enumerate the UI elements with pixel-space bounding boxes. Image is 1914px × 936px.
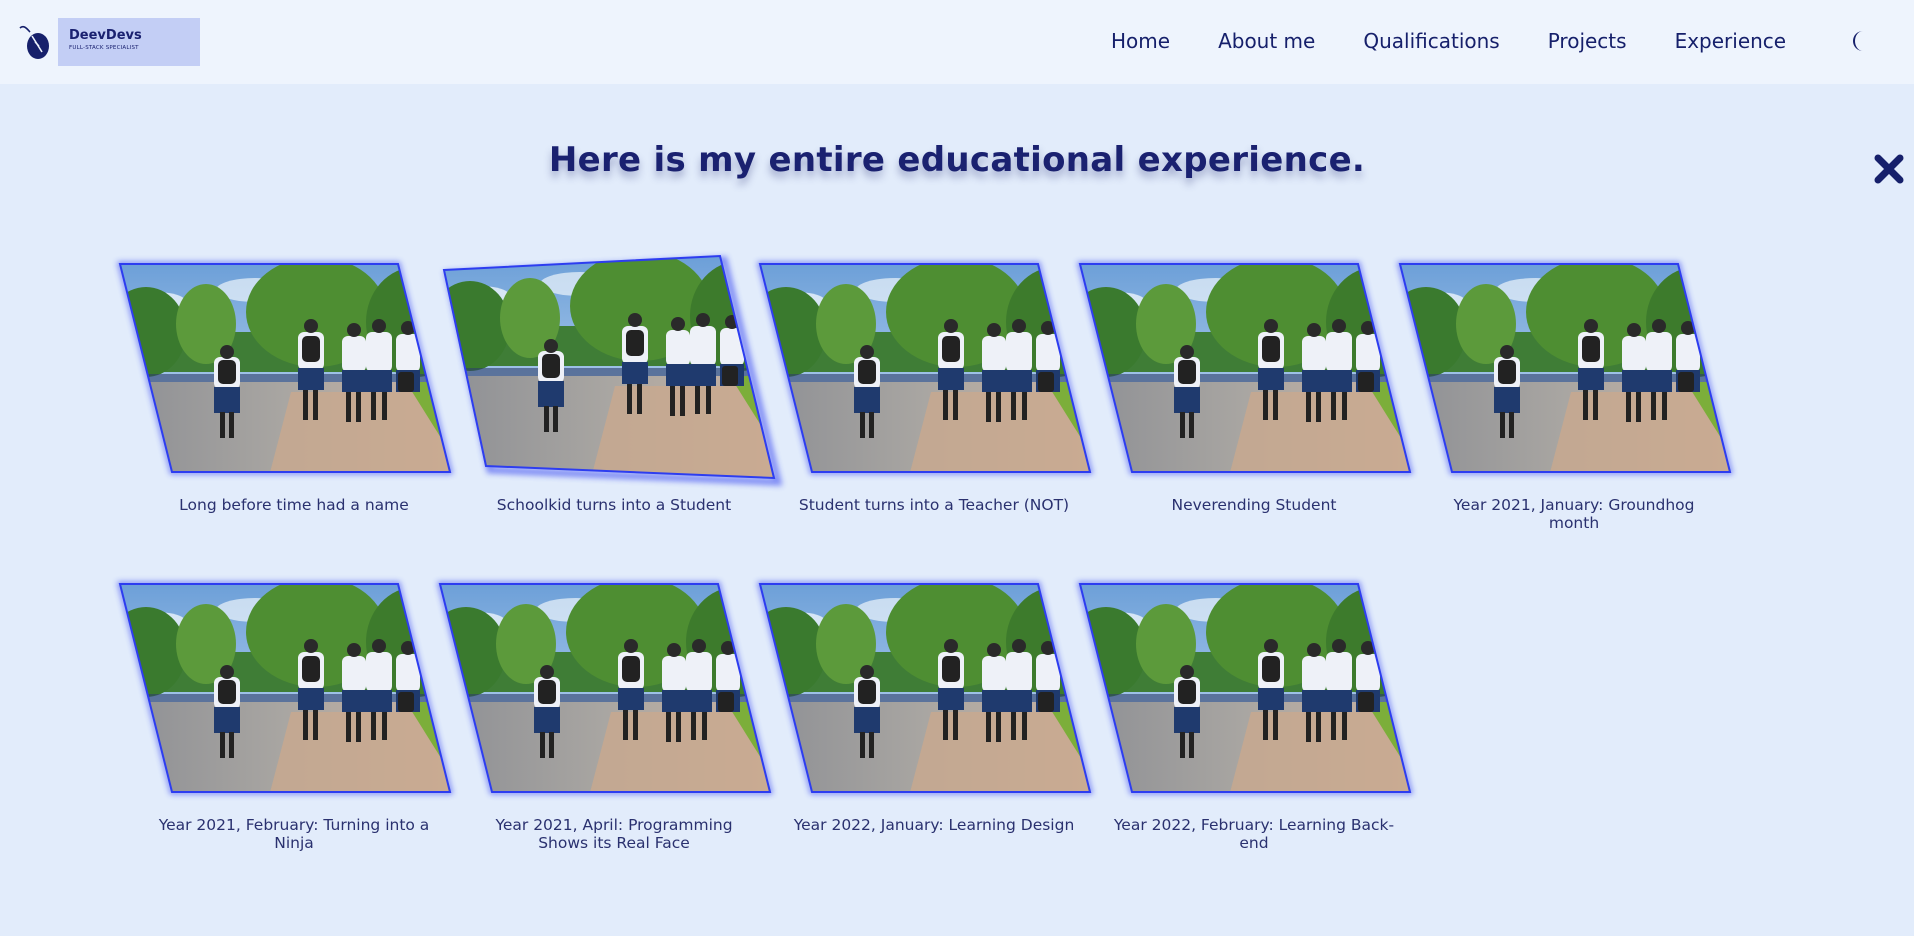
- card-caption: Year 2022, February: Learning Back-end: [1113, 816, 1395, 852]
- nav-experience[interactable]: Experience: [1675, 26, 1787, 56]
- education-card[interactable]: Year 2022, February: Learning Back-end: [1076, 581, 1414, 852]
- students-walking-photo: [116, 581, 454, 795]
- education-card[interactable]: Year 2022, January: Learning Design: [756, 581, 1094, 834]
- card-image: [1076, 581, 1414, 795]
- page-title: Here is my entire educational experience…: [548, 140, 1366, 180]
- education-card[interactable]: Year 2021, January: Groundhog month: [1396, 261, 1734, 532]
- students-walking-photo: [756, 581, 1094, 795]
- education-card[interactable]: Year 2021, February: Turning into a Ninj…: [116, 581, 454, 852]
- nav-projects[interactable]: Projects: [1548, 26, 1627, 56]
- main-nav: Home About me Qualifications Projects Ex…: [1111, 26, 1786, 56]
- students-walking-photo: [442, 254, 783, 486]
- brand-name: DeevDevs: [69, 28, 142, 43]
- card-caption: Year 2021, February: Turning into a Ninj…: [158, 816, 430, 852]
- education-card[interactable]: Long before time had a name: [116, 261, 454, 514]
- card-image: [440, 254, 783, 486]
- students-walking-photo: [1076, 581, 1414, 795]
- mouse-logo-icon: [19, 25, 49, 59]
- card-caption: Schoolkid turns into a Student: [496, 496, 732, 514]
- brand-logo[interactable]: DeevDevs FULL-STACK SPECIALIST: [16, 18, 200, 66]
- header: DeevDevs FULL-STACK SPECIALIST Home Abou…: [0, 0, 1914, 84]
- education-card[interactable]: Schoolkid turns into a Student: [442, 254, 783, 514]
- students-walking-photo: [1076, 261, 1414, 475]
- card-caption: Long before time had a name: [179, 496, 409, 514]
- card-image: [1396, 261, 1734, 475]
- card-image: [116, 581, 454, 795]
- nav-home[interactable]: Home: [1111, 26, 1170, 56]
- close-icon[interactable]: [1872, 152, 1906, 186]
- card-image: [436, 581, 774, 795]
- students-walking-photo: [436, 581, 774, 795]
- card-image: [756, 581, 1094, 795]
- card-caption: Year 2021, January: Groundhog month: [1453, 496, 1695, 532]
- card-caption: Student turns into a Teacher (NOT): [798, 496, 1070, 514]
- card-image: [756, 261, 1094, 475]
- education-card[interactable]: Year 2021, April: Programming Shows its …: [436, 581, 774, 852]
- education-card[interactable]: Neverending Student: [1076, 261, 1414, 514]
- students-walking-photo: [756, 261, 1094, 475]
- brand-tagline: FULL-STACK SPECIALIST: [69, 45, 139, 51]
- education-card[interactable]: Student turns into a Teacher (NOT): [756, 261, 1094, 514]
- students-walking-photo: [1396, 261, 1734, 475]
- card-caption: Year 2021, April: Programming Shows its …: [495, 816, 733, 852]
- students-walking-photo: [116, 261, 454, 475]
- nav-qualifications[interactable]: Qualifications: [1363, 26, 1499, 56]
- card-caption: Neverending Student: [1171, 496, 1337, 514]
- card-image: [116, 261, 454, 475]
- card-image: [1076, 261, 1414, 475]
- card-caption: Year 2022, January: Learning Design: [793, 816, 1075, 834]
- brand-box: DeevDevs FULL-STACK SPECIALIST: [58, 18, 200, 66]
- nav-about-me[interactable]: About me: [1218, 26, 1315, 56]
- moon-icon[interactable]: [1848, 29, 1872, 53]
